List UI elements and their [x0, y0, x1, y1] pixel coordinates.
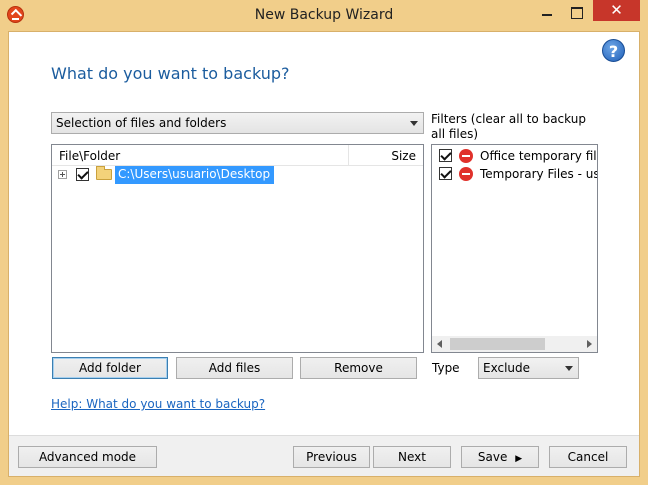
tree-row[interactable]: C:\Users\usuario\Desktop: [52, 166, 423, 184]
previous-button[interactable]: Previous: [293, 446, 370, 468]
save-label: Save: [477, 450, 508, 464]
type-label: Type: [432, 361, 460, 375]
filter-type-select[interactable]: Exclude: [478, 357, 579, 379]
wizard-window: New Backup Wizard ✕ ? What do you want t…: [0, 0, 648, 485]
chevron-down-icon: [565, 366, 573, 371]
source-type-value: Selection of files and folders: [56, 116, 227, 130]
filter-checkbox[interactable]: [439, 149, 452, 162]
add-files-button[interactable]: Add files: [176, 357, 293, 379]
no-entry-icon: [459, 149, 473, 163]
filter-label: Temporary Files - use: [480, 167, 598, 181]
advanced-mode-button[interactable]: Advanced mode: [18, 446, 157, 468]
page-title: What do you want to backup?: [51, 64, 290, 83]
filters-list[interactable]: Office temporary files Temporary Files -…: [431, 144, 598, 353]
expand-plus-icon[interactable]: [58, 170, 67, 179]
help-link[interactable]: Help: What do you want to backup?: [51, 397, 265, 411]
help-icon[interactable]: ?: [602, 39, 625, 62]
column-header-size[interactable]: Size: [391, 149, 416, 163]
filters-label: Filters (clear all to backup all files): [431, 112, 586, 141]
file-folder-tree[interactable]: File\Folder Size C:\Users\usuario\Deskto…: [51, 144, 424, 353]
column-divider[interactable]: [348, 145, 349, 166]
no-entry-icon: [459, 167, 473, 181]
minimize-button[interactable]: [537, 4, 557, 20]
chevron-down-icon: [410, 121, 418, 126]
source-type-select[interactable]: Selection of files and folders: [51, 112, 424, 134]
horizontal-scrollbar[interactable]: [432, 336, 597, 352]
scroll-left-arrow-icon[interactable]: [437, 340, 442, 348]
filter-item[interactable]: Office temporary files: [432, 147, 597, 165]
folder-icon: [96, 166, 112, 180]
column-header-file-folder[interactable]: File\Folder: [59, 149, 120, 163]
filter-item[interactable]: Temporary Files - use: [432, 165, 597, 183]
filter-type-value: Exclude: [483, 361, 531, 375]
tree-row-path[interactable]: C:\Users\usuario\Desktop: [115, 166, 275, 184]
tree-header: File\Folder Size: [52, 145, 423, 166]
save-button[interactable]: Save ▶: [461, 446, 539, 468]
title-bar[interactable]: New Backup Wizard ✕: [0, 0, 648, 31]
remove-button[interactable]: Remove: [300, 357, 417, 379]
filter-label: Office temporary files: [480, 149, 598, 163]
scroll-right-arrow-icon[interactable]: [587, 340, 592, 348]
scrollbar-thumb[interactable]: [450, 338, 545, 350]
close-button[interactable]: ✕: [593, 0, 640, 21]
add-folder-button[interactable]: Add folder: [52, 357, 168, 379]
dropdown-arrow-icon[interactable]: ▶: [515, 454, 522, 464]
maximize-button[interactable]: [566, 4, 586, 20]
cancel-button[interactable]: Cancel: [549, 446, 627, 468]
tree-row-checkbox[interactable]: [76, 168, 89, 181]
filter-checkbox[interactable]: [439, 167, 452, 180]
next-button[interactable]: Next: [373, 446, 451, 468]
